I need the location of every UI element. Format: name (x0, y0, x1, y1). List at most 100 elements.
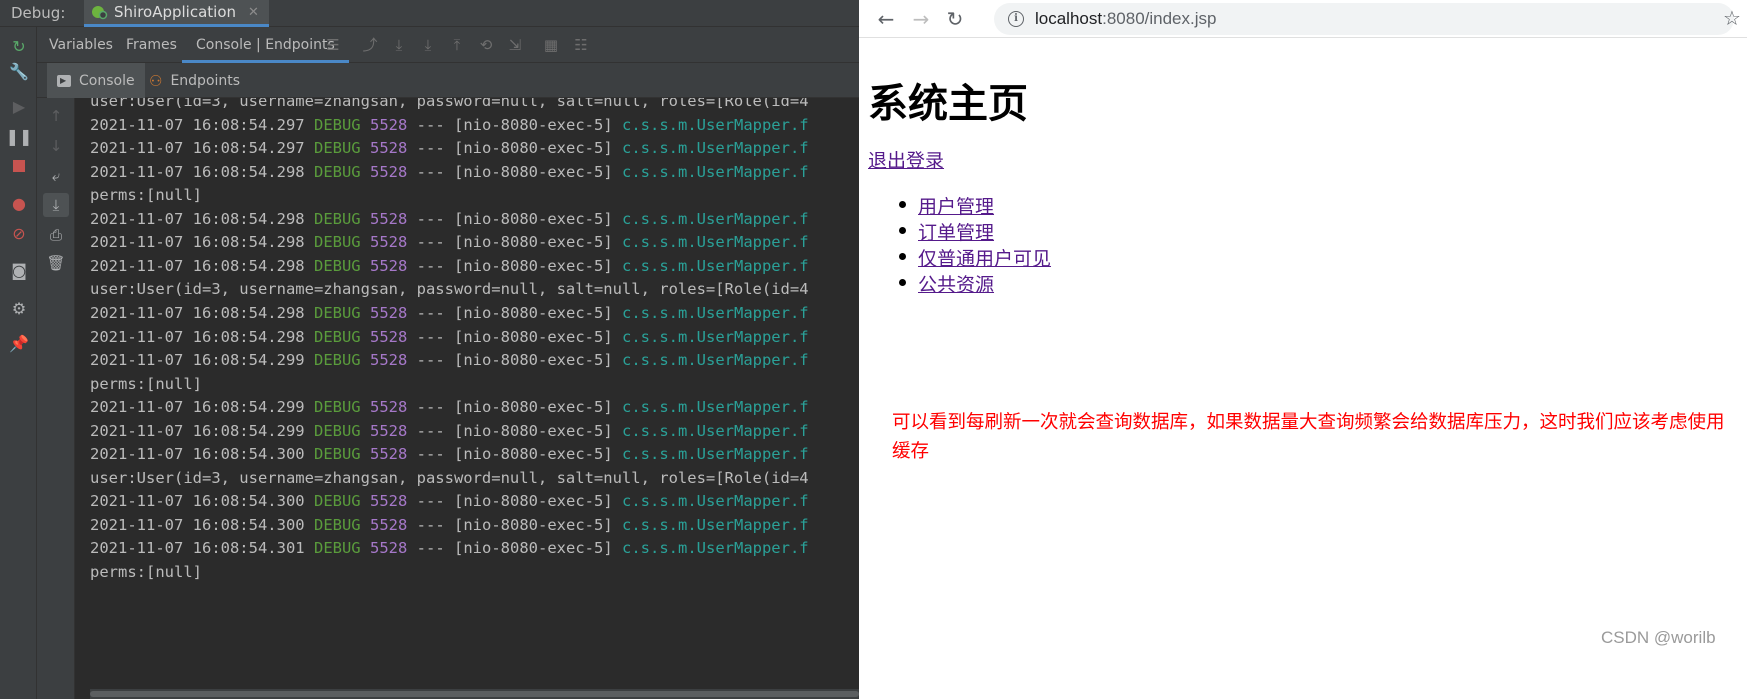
run-config-tab[interactable]: ShiroApplication ✕ (84, 0, 269, 27)
log-level: DEBUG (313, 115, 361, 134)
link-public-resources[interactable]: 公共资源 (918, 274, 994, 296)
log-thread: [nio-8080-exec-5] (454, 539, 613, 558)
log-timestamp: 2021-11-07 16:08:54.299 (90, 398, 305, 417)
settings-icon[interactable]: ⚙ (8, 297, 30, 319)
run-to-cursor-icon[interactable]: ⇲ (506, 36, 524, 54)
trace-stream-icon[interactable]: ☷ (572, 36, 590, 54)
view-breakpoints-icon[interactable]: ● (8, 192, 30, 214)
layout-icon[interactable]: ☰ (324, 36, 342, 54)
console-log-line: 2021-11-07 16:08:54.300 DEBUG 5528 --- [… (90, 512, 809, 538)
tab-frames[interactable]: Frames (126, 27, 177, 63)
rerun-icon[interactable]: ↻ (8, 35, 30, 57)
log-timestamp: 2021-11-07 16:08:54.297 (90, 115, 305, 134)
log-thread: [nio-8080-exec-5] (454, 233, 613, 252)
tab-variables[interactable]: Variables (49, 27, 113, 63)
drop-frame-icon[interactable]: ⟲ (477, 36, 495, 54)
log-timestamp: 2021-11-07 16:08:54.301 (90, 539, 305, 558)
log-level: DEBUG (313, 421, 361, 440)
mute-breakpoints-icon[interactable]: ⊘ (8, 222, 30, 244)
forward-icon[interactable]: → (909, 7, 933, 31)
log-separator: --- (416, 421, 445, 440)
bookmark-star-icon[interactable]: ☆ (1723, 6, 1741, 30)
console-text: user:User(id=3, username=zhangsan, passw… (90, 468, 809, 487)
scrollbar-thumb[interactable] (90, 691, 859, 697)
console-text: perms:[null] (90, 374, 202, 393)
subtab-console[interactable]: ▶ Console (47, 63, 145, 98)
log-timestamp: 2021-11-07 16:08:54.300 (90, 515, 305, 534)
console-log-line: 2021-11-07 16:08:54.298 DEBUG 5528 --- [… (90, 159, 809, 185)
back-icon[interactable]: ← (874, 7, 898, 31)
log-timestamp: 2021-11-07 16:08:54.298 (90, 209, 305, 228)
debug-label: Debug: (11, 4, 66, 22)
log-pid: 5528 (370, 209, 408, 228)
console-output[interactable]: user:User(id=3, username=zhangsan, passw… (75, 98, 859, 688)
subtab-console-label: Console (79, 72, 135, 89)
resume-icon[interactable]: ▶ (8, 95, 30, 117)
up-arrow-icon[interactable]: ↑ (43, 104, 69, 128)
close-icon[interactable]: ✕ (248, 5, 259, 20)
show-execution-point-icon[interactable]: ⤴ (361, 36, 379, 54)
soft-wrap-icon[interactable]: ⤶ (43, 164, 69, 188)
log-logger-name: c.s.s.m.UserMapper.f (622, 492, 809, 511)
wrench-icon[interactable]: 🔧 (8, 60, 30, 82)
pause-icon[interactable]: ❚❚ (6, 125, 33, 147)
log-timestamp: 2021-11-07 16:08:54.298 (90, 327, 305, 346)
log-thread: [nio-8080-exec-5] (454, 303, 613, 322)
stop-icon[interactable] (8, 155, 30, 177)
step-into-icon[interactable]: ⤓ (419, 36, 437, 54)
horizontal-scrollbar[interactable] (90, 689, 859, 699)
url-host: localhost (1035, 9, 1103, 28)
console-toolbar: ↑ ↓ ⤶ ⤓ ⎙ 🗑 (37, 98, 75, 699)
console-subtab-bar: ▶ Console ⚇ Endpoints (37, 63, 859, 98)
log-thread: [nio-8080-exec-5] (454, 515, 613, 534)
log-level: DEBUG (313, 162, 361, 181)
console-log-line: 2021-11-07 16:08:54.300 DEBUG 5528 --- [… (90, 488, 809, 514)
log-logger-name: c.s.s.m.UserMapper.f (622, 445, 809, 464)
address-bar[interactable]: i localhost:8080/index.jsp (994, 3, 1734, 35)
camera-icon[interactable]: ◙ (8, 259, 30, 281)
site-info-icon[interactable]: i (1008, 11, 1024, 27)
log-thread: [nio-8080-exec-5] (454, 421, 613, 440)
console-text-line: perms:[null] (90, 559, 202, 585)
log-timestamp: 2021-11-07 16:08:54.297 (90, 139, 305, 158)
console-log-line: 2021-11-07 16:08:54.301 DEBUG 5528 --- [… (90, 535, 809, 561)
log-level: DEBUG (313, 515, 361, 534)
print-icon[interactable]: ⎙ (43, 223, 69, 247)
log-level: DEBUG (313, 139, 361, 158)
subtab-endpoints[interactable]: ⚇ Endpoints (139, 63, 250, 98)
log-level: DEBUG (313, 492, 361, 511)
log-timestamp: 2021-11-07 16:08:54.299 (90, 421, 305, 440)
log-logger-name: c.s.s.m.UserMapper.f (622, 515, 809, 534)
console-text: user:User(id=3, username=zhangsan, passw… (90, 98, 809, 110)
log-logger-name: c.s.s.m.UserMapper.f (622, 162, 809, 181)
log-timestamp: 2021-11-07 16:08:54.300 (90, 445, 305, 464)
down-arrow-icon[interactable]: ↓ (43, 134, 69, 158)
link-normal-user-only[interactable]: 仅普通用户可见 (918, 248, 1051, 270)
run-config-label: ShiroApplication (114, 3, 237, 21)
url-text[interactable]: localhost:8080/index.jsp (1035, 9, 1216, 29)
log-separator: --- (416, 209, 445, 228)
log-pid: 5528 (370, 445, 408, 464)
scroll-to-end-icon[interactable]: ⤓ (43, 193, 69, 217)
log-pid: 5528 (370, 492, 408, 511)
reload-icon[interactable]: ↻ (943, 7, 967, 31)
console-log-line: 2021-11-07 16:08:54.298 DEBUG 5528 --- [… (90, 206, 809, 232)
log-logger-name: c.s.s.m.UserMapper.f (622, 256, 809, 275)
logout-link[interactable]: 退出登录 (868, 146, 944, 173)
link-user-management[interactable]: 用户管理 (918, 196, 994, 218)
step-over-icon[interactable]: ⤓ (390, 36, 408, 54)
pin-icon[interactable]: 📌 (8, 332, 30, 354)
link-order-management[interactable]: 订单管理 (918, 222, 994, 244)
log-separator: --- (416, 233, 445, 252)
console-text-line: user:User(id=3, username=zhangsan, passw… (90, 465, 809, 491)
step-out-icon[interactable]: ⤒ (448, 36, 466, 54)
evaluate-expression-icon[interactable]: ▦ (542, 36, 560, 54)
log-pid: 5528 (370, 539, 408, 558)
page-content: 系统主页 退出登录 用户管理 订单管理 仅普通用户可见 公共资源 (859, 38, 1747, 699)
endpoints-icon: ⚇ (149, 71, 163, 90)
clear-all-icon[interactable]: 🗑 (43, 251, 69, 275)
log-level: DEBUG (313, 233, 361, 252)
log-timestamp: 2021-11-07 16:08:54.298 (90, 233, 305, 252)
log-logger-name: c.s.s.m.UserMapper.f (622, 327, 809, 346)
log-thread: [nio-8080-exec-5] (454, 162, 613, 181)
